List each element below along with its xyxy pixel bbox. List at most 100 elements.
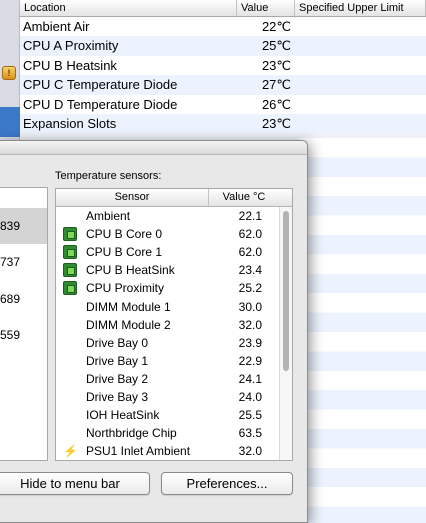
background-table-row[interactable]: Expansion Slots 23℃ bbox=[20, 113, 426, 134]
sensor-name: CPU B Core 0 bbox=[86, 227, 163, 242]
upper-limit-cell bbox=[295, 56, 426, 75]
background-table-row[interactable]: CPU D Temperature Diode 26℃ bbox=[20, 94, 426, 114]
sensor-name: Drive Bay 0 bbox=[86, 335, 149, 350]
sensor-icon-cell bbox=[56, 370, 86, 388]
preferences-button[interactable]: Preferences... bbox=[161, 472, 293, 495]
sensor-row[interactable]: DIMM Module 1 30.0 bbox=[56, 297, 292, 315]
sensor-icon-cell bbox=[56, 279, 86, 297]
background-sidebar-strip: ! bbox=[0, 0, 20, 148]
sensor-value: 62.0 bbox=[238, 245, 262, 260]
cpu-chip-icon bbox=[63, 227, 77, 242]
sensor-row[interactable]: CPU B Core 0 62.0 bbox=[56, 225, 292, 243]
upper-limit-cell bbox=[295, 17, 426, 36]
location-cell: Ambient Air bbox=[23, 19, 90, 34]
sensor-icon-cell bbox=[56, 207, 86, 225]
sensors-table-header: Sensor Value °C bbox=[56, 189, 292, 207]
temperature-monitor-window: 839 737 689 559 Temperature sensors: Sen… bbox=[0, 140, 308, 523]
column-header-upper-limit[interactable]: Specified Upper Limit bbox=[295, 0, 426, 16]
value-cell: 25℃ bbox=[261, 38, 291, 54]
sensor-value: 24.0 bbox=[238, 389, 262, 404]
temperature-sensors-label: Temperature sensors: bbox=[55, 170, 162, 182]
upper-limit-cell bbox=[295, 36, 426, 55]
location-cell: Expansion Slots bbox=[23, 115, 117, 131]
sensor-value: 62.0 bbox=[238, 227, 262, 242]
sensor-name: DIMM Module 2 bbox=[86, 317, 171, 332]
left-list-item[interactable]: 689 bbox=[0, 281, 47, 317]
background-table-header: Location Value Specified Upper Limit bbox=[20, 0, 426, 17]
sensor-row[interactable]: IOH HeatSink 25.5 bbox=[56, 406, 292, 424]
sidebar-selection-highlight bbox=[0, 107, 20, 137]
sensor-row[interactable]: CPU B HeatSink 23.4 bbox=[56, 261, 292, 279]
location-cell: CPU D Temperature Diode bbox=[23, 96, 178, 112]
left-list-item[interactable]: 839 bbox=[0, 208, 47, 244]
sensor-row[interactable]: DIMM Module 2 32.0 bbox=[56, 316, 292, 334]
column-header-location[interactable]: Location bbox=[20, 0, 237, 16]
sensor-row[interactable]: CPU Proximity 25.2 bbox=[56, 279, 292, 297]
sensor-name: Ambient bbox=[86, 209, 131, 224]
sensor-value: 24.1 bbox=[238, 371, 262, 386]
cpu-chip-icon bbox=[63, 281, 77, 296]
background-table-row[interactable]: CPU A Proximity 25℃ bbox=[20, 36, 426, 56]
upper-limit-cell bbox=[295, 114, 426, 133]
sensor-icon-cell bbox=[56, 316, 86, 334]
window-titlebar[interactable] bbox=[0, 141, 307, 155]
sensor-row[interactable]: Northbridge Chip 63.5 bbox=[56, 424, 292, 442]
cpu-chip-icon bbox=[63, 245, 77, 260]
left-list-panel: 839 737 689 559 bbox=[0, 187, 48, 461]
background-table-row[interactable]: CPU C Temperature Diode 27℃ bbox=[20, 75, 426, 95]
hide-to-menu-bar-button[interactable]: Hide to menu bar bbox=[0, 472, 150, 495]
sensor-value: 25.2 bbox=[238, 281, 262, 296]
sensor-name: IOH HeatSink bbox=[86, 408, 160, 423]
lightning-bolt-icon: ⚡ bbox=[63, 444, 78, 459]
sensor-icon-cell bbox=[56, 406, 86, 424]
sensor-value: 25.5 bbox=[238, 408, 262, 423]
sensor-icon-cell bbox=[56, 334, 86, 352]
upper-limit-cell bbox=[295, 95, 426, 114]
value-cell: 23℃ bbox=[261, 57, 291, 73]
value-cell: 27℃ bbox=[261, 77, 291, 93]
sensor-row[interactable]: Drive Bay 2 24.1 bbox=[56, 370, 292, 388]
left-list-item[interactable]: 737 bbox=[0, 244, 47, 280]
cpu-chip-icon bbox=[63, 263, 77, 278]
left-list-item[interactable]: 559 bbox=[0, 317, 47, 353]
value-cell: 23℃ bbox=[261, 115, 291, 131]
sensor-value: 63.5 bbox=[238, 426, 262, 441]
vertical-scrollbar[interactable] bbox=[279, 207, 292, 460]
sensor-row[interactable]: Drive Bay 1 22.9 bbox=[56, 352, 292, 370]
background-empty-rows bbox=[300, 138, 426, 523]
sensor-name: Drive Bay 2 bbox=[86, 371, 149, 386]
sensor-icon-cell bbox=[56, 352, 86, 370]
sensor-value: 22.9 bbox=[238, 353, 262, 368]
sensor-icon-cell bbox=[56, 225, 86, 243]
sensor-icon-cell bbox=[56, 298, 86, 316]
sensor-row[interactable]: CPU B Core 1 62.0 bbox=[56, 243, 292, 261]
value-cell: 22℃ bbox=[261, 19, 291, 34]
sensor-name: PSU1 Inlet Ambient bbox=[86, 444, 191, 459]
column-header-sensor[interactable]: Sensor bbox=[56, 189, 209, 206]
sensor-row[interactable]: Ambient 22.1 bbox=[56, 207, 292, 225]
background-temperature-table: Location Value Specified Upper Limit Amb… bbox=[20, 0, 426, 134]
sensor-name: Drive Bay 1 bbox=[86, 353, 149, 368]
sensor-row[interactable]: ⚡ PSU1 Inlet Ambient 32.0 bbox=[56, 442, 292, 460]
sensor-name: DIMM Module 1 bbox=[86, 299, 171, 314]
sensor-icon-cell bbox=[56, 424, 86, 442]
sensor-icon-cell bbox=[56, 261, 86, 279]
sensor-name: Drive Bay 3 bbox=[86, 389, 149, 404]
sensor-icon-cell bbox=[56, 388, 86, 406]
sensor-value: 32.0 bbox=[238, 317, 262, 332]
background-table-row[interactable]: CPU B Heatsink 23℃ bbox=[20, 55, 426, 76]
sensor-icon-cell bbox=[56, 243, 86, 261]
scrollbar-thumb[interactable] bbox=[283, 211, 289, 371]
column-header-value-celsius[interactable]: Value °C bbox=[209, 189, 279, 206]
location-cell: CPU B Heatsink bbox=[23, 57, 117, 73]
sensor-name: CPU B Core 1 bbox=[86, 245, 163, 260]
sensor-row[interactable]: Drive Bay 0 23.9 bbox=[56, 334, 292, 352]
sensor-row[interactable]: Drive Bay 3 24.0 bbox=[56, 388, 292, 406]
temperature-sensors-table: Sensor Value °C Ambient 22.1 CPU B Core 0 6… bbox=[55, 188, 293, 461]
background-table-row[interactable]: Ambient Air 22℃ bbox=[20, 17, 426, 37]
sensor-value: 23.4 bbox=[238, 263, 262, 278]
column-header-value[interactable]: Value bbox=[237, 0, 295, 16]
upper-limit-cell bbox=[295, 75, 426, 94]
location-cell: CPU C Temperature Diode bbox=[23, 77, 178, 93]
sensors-table-body: Ambient 22.1 CPU B Core 0 62.0 CPU B Core 1 6… bbox=[56, 207, 292, 460]
